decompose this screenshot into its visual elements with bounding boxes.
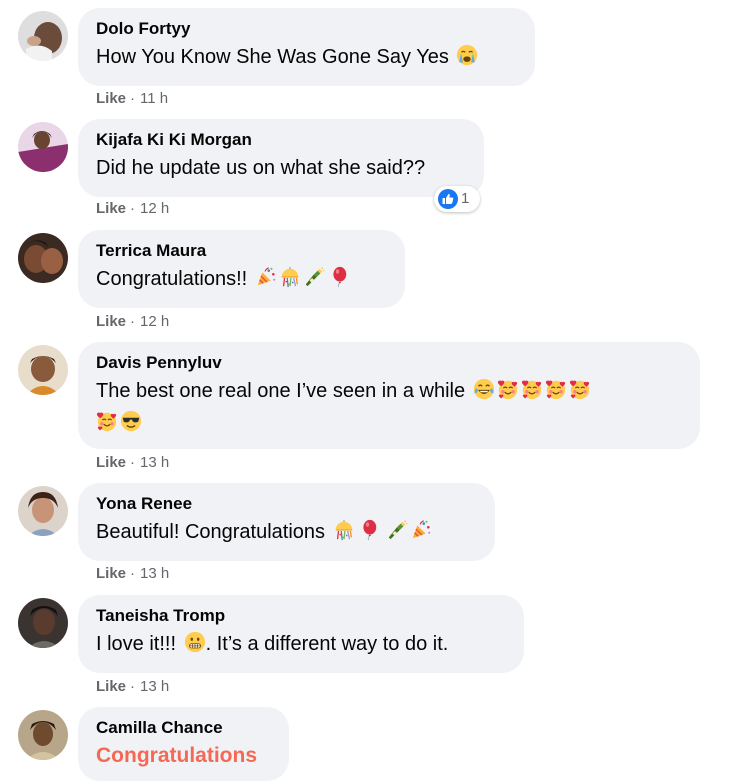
comment-actions: Like · 13 h <box>96 564 169 584</box>
confetti-ball-icon <box>333 519 355 541</box>
comment-bubble: Davis Pennyluv The best one real one I’v… <box>78 342 700 449</box>
comment-timestamp[interactable]: 13 h <box>140 565 169 582</box>
comment-bubble: Dolo Fortyy How You Know She Was Gone Sa… <box>78 8 535 86</box>
grimacing-face-icon <box>184 631 206 653</box>
comment-text: I love it!!! . It’s a different way to d… <box>96 631 449 655</box>
party-popper-icon <box>255 266 277 288</box>
avatar[interactable] <box>18 122 68 172</box>
like-button[interactable]: Like <box>96 454 126 471</box>
comment-actions: Like · 11 h <box>96 89 168 109</box>
comment-actions: Like · 12 h <box>96 312 169 332</box>
avatar[interactable] <box>18 345 68 395</box>
champagne-bottle-icon <box>386 519 408 541</box>
comment-actions: Like · 13 h <box>96 453 169 473</box>
like-button[interactable]: Like <box>96 90 126 107</box>
smiling-face-with-hearts-icon <box>96 410 118 432</box>
comment-bubble: Kijafa Ki Ki Morgan Did he update us on … <box>78 119 484 197</box>
smiling-face-with-hearts-icon <box>521 378 543 400</box>
reaction-count: 1 <box>461 190 470 207</box>
comment-bubble: Camilla Chance Congratulations <box>78 707 289 781</box>
separator-dot: · <box>130 313 136 330</box>
red-balloon-icon <box>357 519 379 541</box>
comment-text: How You Know She Was Gone Say Yes <box>96 44 517 70</box>
smiling-face-with-hearts-icon <box>569 378 591 400</box>
separator-dot: · <box>130 200 136 217</box>
comment-text: Congratulations <box>96 744 257 767</box>
like-button[interactable]: Like <box>96 678 126 695</box>
reactions-summary[interactable]: 1 <box>434 186 480 212</box>
comment-bubble: Taneisha Tromp I love it!!! . It’s a dif… <box>78 595 524 673</box>
comment-author[interactable]: Taneisha Tromp <box>96 605 506 627</box>
comment-text: Did he update us on what she said?? <box>96 157 426 179</box>
smiling-face-with-sunglasses-icon <box>120 410 142 432</box>
red-balloon-icon <box>327 266 349 288</box>
like-reaction-icon <box>438 189 458 214</box>
comment-timestamp[interactable]: 13 h <box>140 454 169 471</box>
like-button[interactable]: Like <box>96 200 126 217</box>
comment-actions: Like · 13 h <box>96 677 169 697</box>
separator-dot: · <box>130 90 136 107</box>
confetti-ball-icon <box>279 266 301 288</box>
comment-timestamp[interactable]: 12 h <box>140 313 169 330</box>
comment-timestamp[interactable]: 12 h <box>140 200 169 217</box>
comment-author[interactable]: Camilla Chance <box>96 717 271 739</box>
avatar[interactable] <box>18 598 68 648</box>
comment-author[interactable]: Davis Pennyluv <box>96 352 682 374</box>
comment-timestamp[interactable]: 13 h <box>140 678 169 695</box>
separator-dot: · <box>130 565 136 582</box>
comment-text: The best one real one I’ve seen in a whi… <box>96 378 682 404</box>
like-button[interactable]: Like <box>96 565 126 582</box>
avatar[interactable] <box>18 11 68 61</box>
avatar[interactable] <box>18 710 68 760</box>
comment-text: Beautiful! Congratulations <box>96 519 477 545</box>
avatar[interactable] <box>18 486 68 536</box>
comment-bubble: Terrica Maura Congratulations!! <box>78 230 405 308</box>
like-button[interactable]: Like <box>96 313 126 330</box>
party-popper-icon <box>410 519 432 541</box>
separator-dot: · <box>130 678 136 695</box>
comment-author[interactable]: Terrica Maura <box>96 240 387 262</box>
smiling-face-with-hearts-icon <box>497 378 519 400</box>
smiling-face-with-hearts-icon <box>545 378 567 400</box>
comment-author[interactable]: Dolo Fortyy <box>96 18 517 40</box>
comment-text: Congratulations!! <box>96 266 387 292</box>
comment-author[interactable]: Kijafa Ki Ki Morgan <box>96 129 466 151</box>
comment-actions: Like · 12 h <box>96 199 169 219</box>
comment-list: Dolo Fortyy How You Know She Was Gone Sa… <box>0 0 750 781</box>
separator-dot: · <box>130 454 136 471</box>
comment-timestamp[interactable]: 11 h <box>140 90 168 107</box>
comment-text-line2 <box>96 410 682 436</box>
avatar[interactable] <box>18 233 68 283</box>
comment-bubble: Yona Renee Beautiful! Congratulations <box>78 483 495 561</box>
loudly-crying-face-icon <box>456 44 478 66</box>
comment-author[interactable]: Yona Renee <box>96 493 477 515</box>
champagne-bottle-icon <box>303 266 325 288</box>
tears-of-joy-icon <box>473 378 495 400</box>
